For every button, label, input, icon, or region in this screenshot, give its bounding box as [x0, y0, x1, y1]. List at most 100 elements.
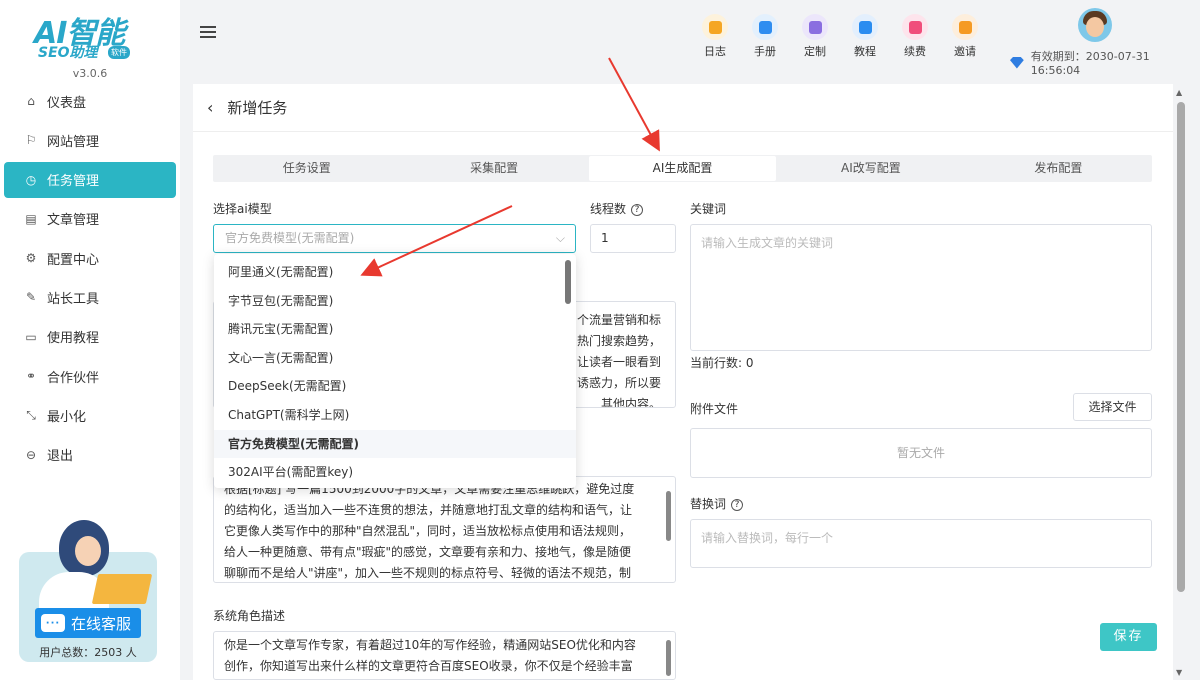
model-option[interactable]: 字节豆包(无需配置) [214, 287, 576, 316]
online-service-button[interactable]: ··· 在线客服 [35, 608, 141, 638]
text-line: 给人一种更随意、带有点"瑕疵"的感觉，文章要有亲和力、接地气，像是随便 [224, 545, 632, 559]
partner-icon: ⚭ [25, 369, 37, 384]
help-icon[interactable]: ? [631, 204, 644, 216]
help-icon[interactable]: ? [731, 499, 744, 511]
sidebar-item-label: 仪表盘 [47, 95, 87, 111]
threads-label: 线程数? [590, 200, 644, 217]
laptop-illustration [91, 574, 153, 604]
save-button[interactable]: 保存 [1100, 623, 1157, 651]
replace-label: 替换词? [690, 495, 744, 512]
system-role-text: 你是一个文章写作专家，有着超过10年的写作经验，精通网站SEO优化和内容 创作，你… [224, 635, 665, 677]
toolbar-label: 续费 [904, 45, 926, 58]
keywords-placeholder: 请输入生成文章的关键词 [701, 236, 834, 250]
model-option[interactable]: DeepSeek(无需配置) [214, 372, 576, 401]
app-version: v3.0.6 [72, 67, 108, 80]
sidebar-item-label: 合作伙伴 [47, 370, 100, 386]
sidebar-item-6[interactable]: ▭ 使用教程 [4, 319, 176, 355]
page-title: 新增任务 [227, 99, 288, 117]
sidebar-item-5[interactable]: ✎ 站长工具 [4, 279, 176, 315]
flag-icon: ⚐ [25, 133, 37, 148]
manual-icon [752, 14, 778, 40]
system-role-scrollbar[interactable] [666, 640, 671, 676]
toolbar-custom[interactable]: 定制 [790, 14, 840, 59]
expire-info: 有效期到：2030-07-31 16:56:04 [1010, 48, 1200, 77]
model-option[interactable]: 腾讯元宝(无需配置) [214, 315, 576, 344]
minimize-icon: ⤡ [26, 407, 36, 422]
vip-icon [1010, 56, 1024, 69]
scroll-down-icon[interactable]: ▼ [1176, 668, 1182, 677]
model-option[interactable]: ChatGPT(需科学上网) [214, 401, 576, 430]
model-option[interactable]: 官方免费模型(无需配置) [214, 429, 576, 459]
threads-input[interactable]: 1 [590, 224, 676, 253]
tab-3[interactable]: AI改写配置 [777, 155, 964, 182]
toolbar-label: 教程 [854, 45, 876, 58]
text-line: 聊聊而不是给人"讲座"，加入一些不规则的标点符号、轻微的语法不规范，制 [224, 566, 632, 580]
attachment-dropzone[interactable]: 暂无文件 [690, 428, 1152, 478]
toolbar-log[interactable]: 日志 [690, 14, 740, 59]
page-scrollbar[interactable]: ▲ ▼ [1175, 84, 1187, 680]
sidebar-item-3[interactable]: ▤ 文章管理 [4, 201, 176, 237]
choose-file-button[interactable]: 选择文件 [1073, 393, 1152, 421]
menu-toggle-icon[interactable] [200, 26, 216, 40]
sidebar-item-0[interactable]: ⌂ 仪表盘 [4, 83, 176, 119]
system-role-textarea[interactable]: 你是一个文章写作专家，有着超过10年的写作经验，精通网站SEO优化和内容 创作，你… [213, 631, 676, 680]
back-icon[interactable]: ‹ [207, 98, 213, 117]
sidebar-item-label: 站长工具 [47, 291, 100, 307]
replace-textarea[interactable]: 请输入替换词，每行一个 [690, 519, 1152, 568]
replace-placeholder: 请输入替换词，每行一个 [701, 531, 834, 545]
top-toolbar: 日志 手册 定制 教程 续费 邀请 [690, 14, 990, 59]
tab-1[interactable]: 采集配置 [400, 155, 587, 182]
toolbar-label: 日志 [704, 45, 726, 58]
toolbar-label: 邀请 [954, 45, 976, 58]
avatar[interactable] [1078, 8, 1112, 42]
tab-0[interactable]: 任务设置 [213, 155, 400, 182]
sidebar-item-4[interactable]: ⚙ 配置中心 [4, 240, 176, 276]
toolbar-tutorial[interactable]: 教程 [840, 14, 890, 59]
keywords-label: 关键词 [690, 202, 727, 216]
sidebar-item-label: 网站管理 [47, 134, 100, 150]
user-count: 用户总数：2503 人 [39, 646, 137, 659]
model-dropdown: 阿里通义(无需配置) 字节豆包(无需配置) 腾讯元宝(无需配置) 文心一言(无需配置)… [214, 254, 576, 488]
sidebar-item-label: 配置中心 [47, 252, 100, 268]
log-icon [702, 14, 728, 40]
sidebar-item-9[interactable]: ⊖ 退出 [4, 437, 176, 473]
online-service-label: 在线客服 [71, 614, 132, 633]
config-tabs: 任务设置 采集配置 AI生成配置 AI改写配置 发布配置 [213, 155, 1152, 182]
toolbar-invite[interactable]: 邀请 [940, 14, 990, 59]
scroll-up-icon[interactable]: ▲ [1176, 88, 1182, 97]
wrench-icon: ✎ [25, 290, 37, 305]
sidebar-item-8[interactable]: ⤡ 最小化 [4, 397, 176, 433]
content-prompt-textarea[interactable]: 根据[标题] 写一篇1500到2000字的文章，文章需要注重思维跳跃，避免过度的… [213, 476, 676, 583]
page-scrollbar-thumb[interactable] [1177, 102, 1185, 592]
toolbar-label: 手册 [754, 45, 776, 58]
sidebar-item-7[interactable]: ⚭ 合作伙伴 [4, 358, 176, 394]
sidebar-nav: ⌂ 仪表盘 ⚐ 网站管理 ◷ 任务管理 ▤ 文章管理 ⚙ 配置中心 ✎ 站长工具 ▭ 使用教程 ⚭ 合作伙伴 ⤡… [4, 83, 176, 476]
sidebar-item-2[interactable]: ◷ 任务管理 [4, 161, 176, 198]
toolbar-manual[interactable]: 手册 [740, 14, 790, 59]
model-select[interactable]: 官方免费模型(无需配置) ⌵ [213, 224, 576, 253]
toolbar-renew[interactable]: 续费 [890, 14, 940, 59]
sidebar-item-label: 退出 [47, 449, 74, 465]
gear-icon: ⚙ [25, 251, 37, 266]
clock-icon: ◷ [25, 172, 37, 187]
tutorial-icon [852, 14, 878, 40]
chat-bubble-icon: ··· [41, 614, 65, 632]
text-line: 你是一个文章写作专家，有着超过10年的写作经验，精通网站SEO优化和内容 [224, 638, 636, 652]
keywords-textarea[interactable]: 请输入生成文章的关键词 [690, 224, 1152, 351]
attachment-label: 附件文件 [690, 402, 739, 416]
model-option[interactable]: 阿里通义(无需配置) [214, 258, 576, 287]
tab-2[interactable]: AI生成配置 [588, 156, 777, 181]
model-option-list: 阿里通义(无需配置) 字节豆包(无需配置) 腾讯元宝(无需配置) 文心一言(无需配置)… [214, 258, 576, 487]
custom-icon [802, 14, 828, 40]
tab-4[interactable]: 发布配置 [965, 155, 1152, 182]
model-option[interactable]: 文心一言(无需配置) [214, 344, 576, 373]
content-prompt-scrollbar[interactable] [666, 491, 671, 541]
threads-label-text: 线程数 [590, 202, 627, 216]
app-logo: AI智能 SEO助理 软件 [30, 10, 150, 62]
logout-icon: ⊖ [25, 447, 37, 462]
invite-icon [952, 14, 978, 40]
monitor-icon: ▭ [25, 329, 37, 344]
model-option[interactable]: 302AI平台(需配置key) [214, 458, 576, 487]
dropdown-scrollbar[interactable] [565, 260, 571, 304]
sidebar-item-1[interactable]: ⚐ 网站管理 [4, 122, 176, 158]
